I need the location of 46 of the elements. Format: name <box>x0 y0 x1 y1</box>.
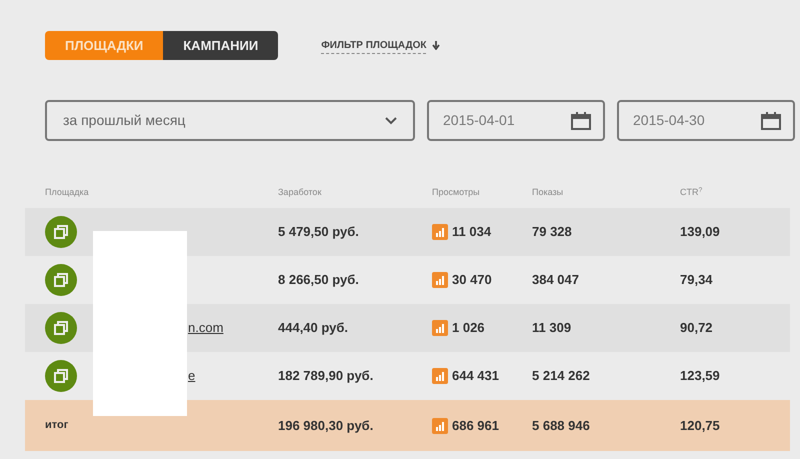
arrow-down-icon <box>432 41 440 50</box>
table-cell-text: 644 431 <box>452 367 499 386</box>
bar-chart-icon[interactable] <box>432 320 448 336</box>
calendar-icon[interactable] <box>571 112 591 130</box>
table-cell-text: 79,34 <box>680 271 714 290</box>
bar-chart-icon[interactable] <box>432 418 448 434</box>
table-cell-text: 384 047 <box>532 271 580 290</box>
table-cell-text: 8 266,50 руб. <box>278 271 360 290</box>
table-cell-text: 11 034 <box>452 223 492 242</box>
table-cell-text: 182 789,90 руб. <box>278 367 374 386</box>
table-cell-text: 196 980,30 руб. <box>278 416 374 435</box>
bar-chart-icon[interactable] <box>432 224 448 240</box>
copy-icon[interactable] <box>45 264 77 296</box>
site-link[interactable]: n.com <box>188 318 224 338</box>
copy-icon[interactable] <box>45 216 77 248</box>
copy-icon[interactable] <box>45 312 77 344</box>
site-link[interactable]: e <box>188 366 196 386</box>
table-cell-text: 11 309 <box>532 319 572 338</box>
bar-chart-icon[interactable] <box>432 272 448 288</box>
table-cell-text: 120,75 <box>680 416 721 435</box>
table-cell-text: итог <box>45 418 70 434</box>
period-select[interactable]: за прошлый месяц <box>45 100 415 141</box>
table-cell-text: 5 479,50 руб. <box>278 223 360 242</box>
date-field[interactable]: 2015-04-30 <box>617 100 795 141</box>
column-header: Просмотры <box>432 186 481 200</box>
date-field[interactable]: 2015-04-01 <box>427 100 605 141</box>
calendar-icon[interactable] <box>761 112 781 130</box>
chevron-down-icon <box>385 116 397 124</box>
column-header: Площадка <box>45 186 90 200</box>
table-cell-text: 139,09 <box>680 223 721 242</box>
table-cell-text: 90,72 <box>680 319 714 338</box>
table-cell-text: 444,40 руб. <box>278 319 350 338</box>
bar-chart-icon[interactable] <box>432 368 448 384</box>
table-cell-text: 1 026 <box>452 319 485 338</box>
table-cell-text: 686 961 <box>452 416 499 435</box>
copy-icon[interactable] <box>45 360 77 392</box>
table-cell-text: 30 470 <box>452 271 492 290</box>
table-cell-text: 5 214 262 <box>532 367 591 386</box>
column-header: CTR$^{?}$ <box>680 186 704 200</box>
tab[interactable]: КАМПАНИИ <box>163 31 278 60</box>
column-header: Заработок <box>278 186 322 200</box>
table-cell-text: 79 328 <box>532 223 573 242</box>
column-header: Показы <box>532 186 564 200</box>
table-cell-text: 5 688 946 <box>532 416 591 435</box>
table-cell-text: 123,59 <box>680 367 721 386</box>
filter-link[interactable]: ФИЛЬТР ПЛОЩАДОК <box>321 38 440 54</box>
